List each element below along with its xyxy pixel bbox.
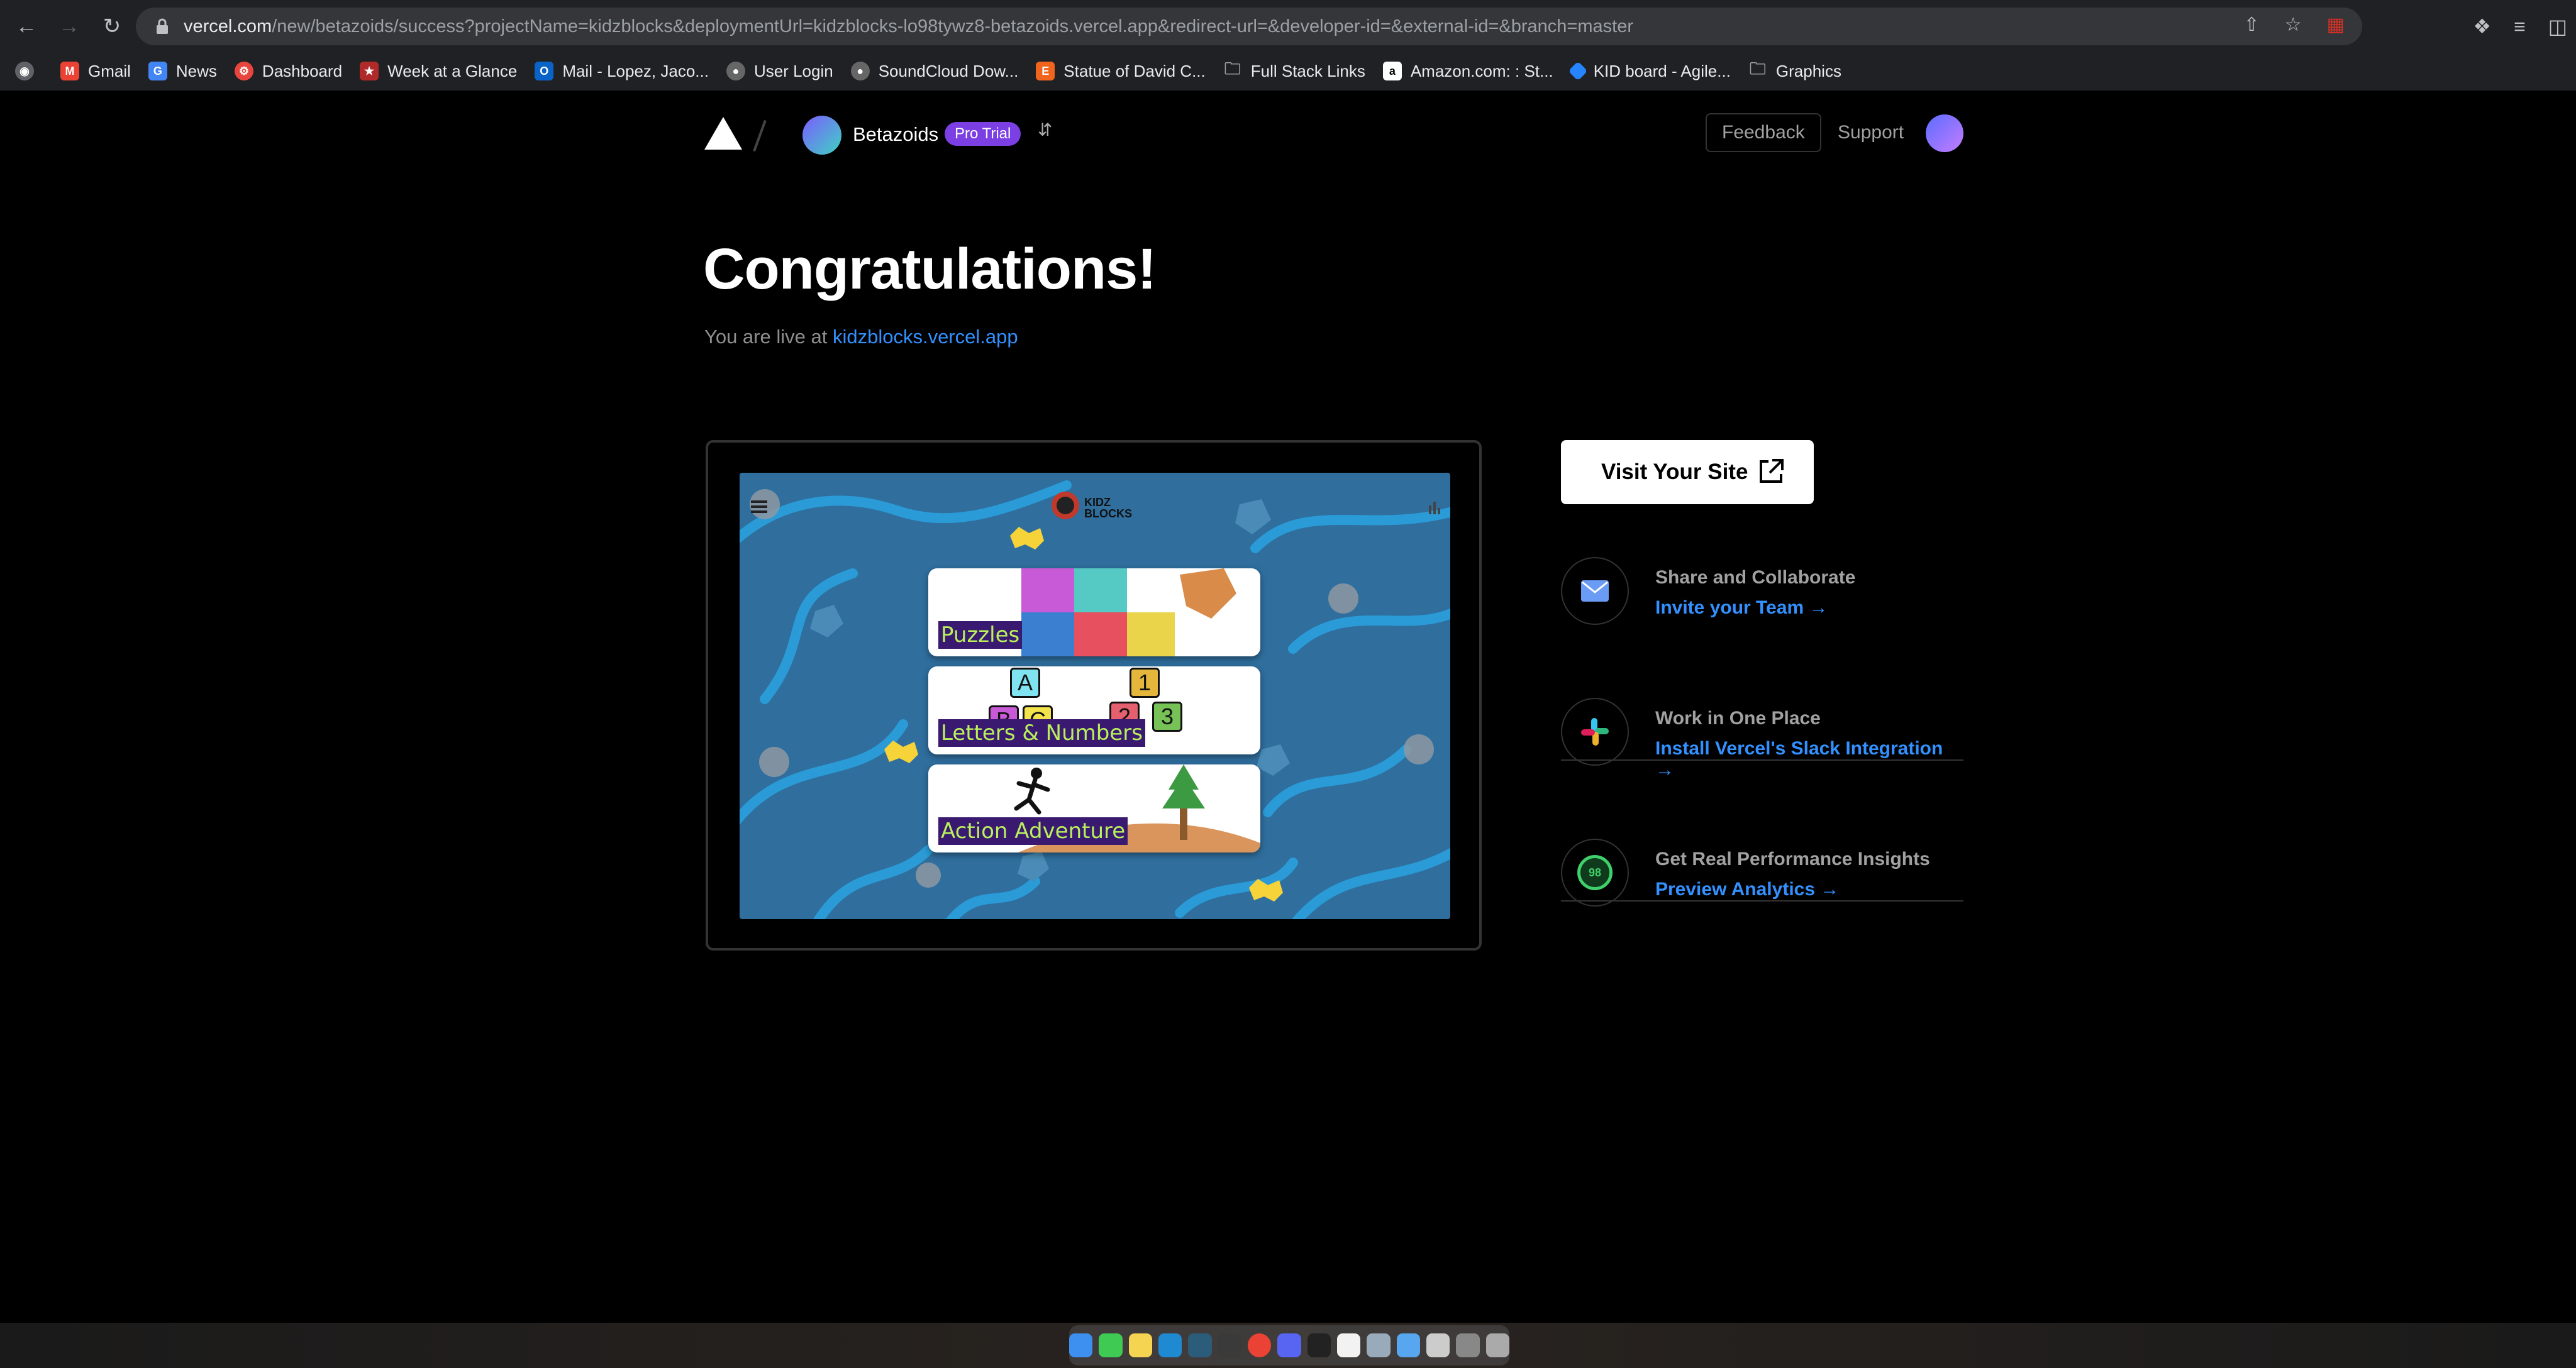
lock-icon	[152, 18, 172, 35]
action-share-collaborate: Share and Collaborate Invite your Team →	[1561, 532, 1963, 670]
preview-logo-text: KIDZ BLOCKS	[1084, 496, 1132, 520]
bookmark-mail[interactable]: O Mail - Lopez, Jaco...	[535, 62, 709, 81]
bookmark-full-stack-links[interactable]: 🗀 Full Stack Links	[1223, 59, 1365, 81]
bookmark-star-icon[interactable]: ☆	[2285, 14, 2302, 36]
card-label: Letters & Numbers	[938, 719, 1145, 747]
live-url-link[interactable]: kidzblocks.vercel.app	[833, 326, 1018, 348]
vercel-success-page: Betazoids Pro Trial ⇵ Feedback Support C…	[0, 91, 2576, 1323]
site-preview-frame[interactable]: KIDZ BLOCKS Puzzles A B C 1 2 3	[706, 440, 1482, 951]
action-title: Get Real Performance Insights	[1655, 849, 1930, 869]
bookmarks-bar: ◉ M Gmail G News ⚙ Dashboard ★ Week at a Gla…	[0, 53, 2576, 89]
vscode-icon[interactable]	[1158, 1333, 1182, 1357]
globe-icon: ●	[726, 62, 745, 80]
divider-slash	[753, 119, 767, 152]
feedback-button[interactable]: Feedback	[1706, 113, 1821, 152]
app-icon[interactable]	[1218, 1333, 1241, 1357]
macos-dock	[1069, 1325, 1509, 1365]
bookmark-news[interactable]: G News	[148, 62, 217, 81]
apps-icon[interactable]: ◉	[15, 62, 43, 80]
visit-button-label: Visit Your Site	[1601, 460, 1748, 484]
url-text: vercel.com/new/betazoids/success?project…	[184, 16, 1633, 36]
share-icon[interactable]: ⇧	[2244, 14, 2260, 36]
chevron-up-down-icon[interactable]: ⇵	[1038, 119, 1052, 140]
live-status: You are live at kidzblocks.vercel.app	[704, 326, 1018, 348]
bookmark-week-at-a-glance[interactable]: ★ Week at a Glance	[360, 62, 517, 81]
bookmark-kid-board[interactable]: KID board - Agile...	[1568, 61, 1731, 81]
visit-your-site-button[interactable]: Visit Your Site	[1561, 440, 1814, 504]
trash-icon[interactable]	[1485, 1333, 1509, 1357]
card-label: Action Adventure	[938, 817, 1128, 845]
app-icon[interactable]	[1456, 1333, 1480, 1357]
app-icon[interactable]	[1367, 1333, 1391, 1357]
folder-icon: 🗀	[1749, 59, 1766, 78]
toolbar: ← → ↻ vercel.com/new/betazoids/success?p…	[0, 0, 2576, 53]
bookmark-user-login[interactable]: ● User Login	[726, 62, 833, 81]
amazon-icon: a	[1382, 62, 1402, 80]
site-preview-screenshot: KIDZ BLOCKS Puzzles A B C 1 2 3	[740, 473, 1450, 919]
pro-trial-badge: Pro Trial	[945, 122, 1021, 146]
messages-icon[interactable]	[1099, 1333, 1123, 1357]
finder-icon[interactable]	[1069, 1333, 1093, 1357]
puzzle-extensions-icon[interactable]: ❖	[2473, 14, 2491, 38]
action-title: Share and Collaborate	[1655, 567, 1856, 588]
bookmark-dashboard[interactable]: ⚙ Dashboard	[234, 62, 342, 81]
bookmark-soundcloud[interactable]: ● SoundCloud Dow...	[850, 62, 1018, 81]
live-prefix: You are live at	[704, 326, 828, 348]
forward-icon[interactable]: →	[53, 10, 86, 43]
app-icon[interactable]	[1188, 1333, 1212, 1357]
page-title: Congratulations!	[703, 237, 1157, 301]
terminal-icon[interactable]	[1307, 1333, 1331, 1357]
card-letters-numbers: A B C 1 2 3 Letters & Numbers	[928, 666, 1260, 754]
number-block: 1	[1130, 668, 1160, 698]
external-link-icon	[1756, 456, 1786, 492]
discord-icon[interactable]	[1277, 1333, 1301, 1357]
side-panel-icon[interactable]: ◫	[2548, 14, 2567, 38]
star-icon: ★	[360, 62, 379, 80]
action-performance-insights: 98 Get Real Performance Insights Preview…	[1561, 814, 1963, 952]
reading-list-icon[interactable]: ≡	[2514, 15, 2526, 38]
reload-icon[interactable]: ↻	[96, 10, 128, 43]
invite-team-link[interactable]: Invite your Team →	[1655, 597, 1828, 619]
chrome-icon[interactable]	[1248, 1333, 1272, 1357]
bookmark-statue-of-david[interactable]: E Statue of David C...	[1036, 62, 1206, 81]
mail-icon	[1561, 557, 1629, 625]
action-title: Work in One Place	[1655, 708, 1821, 729]
card-label: Puzzles	[938, 621, 1023, 649]
team-name[interactable]: Betazoids	[853, 123, 938, 146]
back-icon[interactable]: ←	[10, 10, 43, 43]
bookmark-graphics[interactable]: 🗀 Graphics	[1748, 59, 1841, 81]
browser-chrome: ← → ↻ vercel.com/new/betazoids/success?p…	[0, 0, 2576, 91]
preview-analytics-link[interactable]: Preview Analytics →	[1655, 879, 1839, 900]
globe-icon: ●	[850, 62, 870, 80]
support-link[interactable]: Support	[1838, 122, 1904, 143]
team-avatar[interactable]	[802, 116, 841, 155]
gmail-icon: M	[60, 62, 79, 80]
vercel-logo-icon[interactable]	[704, 117, 742, 154]
number-block: 3	[1152, 702, 1182, 732]
folder-icon: 🗀	[1224, 59, 1241, 78]
top-navigation: Betazoids Pro Trial ⇵ Feedback Support	[704, 112, 1963, 156]
jira-icon	[1568, 61, 1588, 81]
letter-block: A	[1010, 668, 1040, 698]
app-icon[interactable]	[1426, 1333, 1450, 1357]
score-value: 98	[1577, 855, 1613, 890]
outlook-icon: O	[535, 62, 554, 80]
analytics-score-icon: 98	[1561, 839, 1629, 907]
calendar-icon[interactable]	[1336, 1333, 1361, 1357]
bookmark-amazon[interactable]: a Amazon.com: : St...	[1382, 62, 1553, 81]
news-icon: G	[148, 62, 167, 80]
action-work-in-one-place: Work in One Place Install Vercel's Slack…	[1561, 673, 1963, 811]
address-bar[interactable]: vercel.com/new/betazoids/success?project…	[136, 8, 2362, 45]
dashboard-icon: ⚙	[234, 62, 253, 80]
user-avatar[interactable]	[1926, 114, 1963, 152]
bookmark-gmail[interactable]: M Gmail	[60, 62, 131, 81]
notes-icon[interactable]	[1128, 1333, 1153, 1357]
folder-icon[interactable]	[1396, 1333, 1420, 1357]
slack-icon	[1561, 698, 1629, 766]
card-action-adventure: Action Adventure	[928, 764, 1260, 852]
card-puzzles: Puzzles	[928, 568, 1260, 656]
install-slack-link[interactable]: Install Vercel's Slack Integration →	[1655, 738, 1963, 781]
etsy-icon: E	[1036, 62, 1055, 80]
extension-icon[interactable]: ▦	[2327, 14, 2345, 36]
